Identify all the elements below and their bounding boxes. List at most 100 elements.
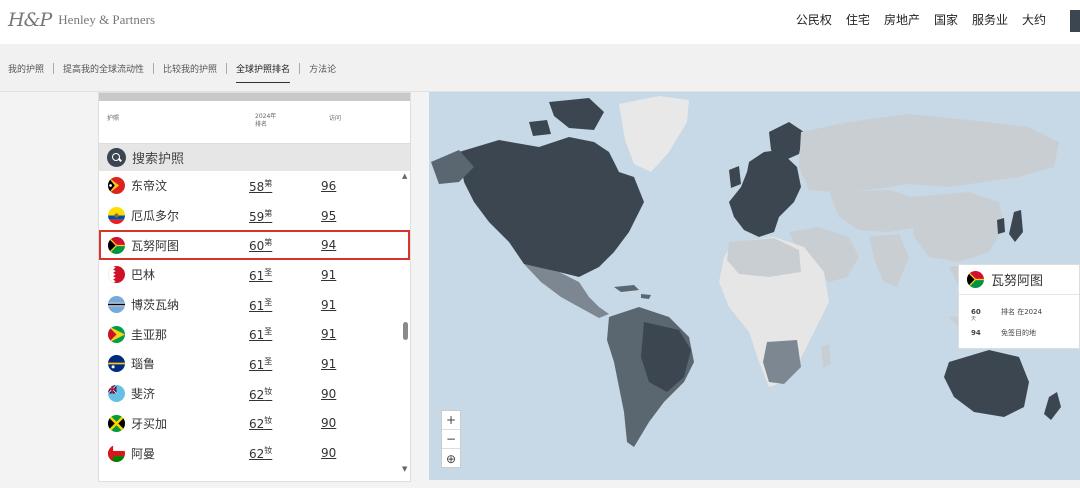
rank-suffix: 钕	[264, 386, 273, 396]
map-arctic-canada[interactable]	[529, 98, 604, 136]
subnav-improve-mobility[interactable]: 提高我的全球流动性	[54, 62, 153, 75]
visa-free-link[interactable]: 91	[321, 298, 336, 312]
fiji-flag-icon	[108, 385, 125, 403]
rank-link[interactable]: 62钕	[249, 445, 272, 461]
rank-link[interactable]: 59第	[249, 208, 272, 224]
timor-leste-flag-icon	[108, 177, 125, 195]
visa-free-link[interactable]: 90	[321, 387, 336, 401]
country-name: 牙买加	[131, 416, 168, 431]
tooltip-header: 瓦努阿图	[959, 265, 1079, 295]
map-japan[interactable]	[1009, 210, 1023, 242]
nav-real-estate[interactable]: 房地产	[884, 11, 920, 28]
rank-value: 61	[249, 357, 265, 372]
map-australia[interactable]	[944, 350, 1029, 417]
col-rank[interactable]: 2024年 排名	[255, 113, 285, 129]
country-name: 巴林	[131, 268, 156, 283]
country-name: 斐济	[131, 387, 156, 402]
search-passport-box[interactable]: 搜索护照	[99, 143, 410, 171]
globe-reset-button[interactable]: ⊕	[442, 449, 460, 468]
subnav-compare-passport[interactable]: 比较我的护照	[154, 62, 226, 75]
panel-top-strip	[99, 93, 410, 101]
vanuatu-flag-icon	[108, 236, 125, 254]
map-southern-africa[interactable]	[763, 340, 801, 384]
logo-mark: H&P	[8, 9, 52, 31]
rank-value: 62	[249, 417, 265, 432]
col-visa[interactable]: 访问	[329, 113, 341, 122]
map-china[interactable]	[909, 192, 1004, 262]
rank-suffix: 圣	[264, 267, 273, 277]
map-north-america[interactable]	[459, 137, 644, 277]
rank-link[interactable]: 60第	[249, 237, 272, 253]
scroll-up-arrow[interactable]: ▲	[402, 172, 407, 180]
scroll-thumb[interactable]	[403, 322, 408, 340]
subnav-my-passport[interactable]: 我的护照	[0, 62, 53, 75]
nav-about[interactable]: 大约	[1022, 11, 1046, 28]
map-caribbean[interactable]	[614, 285, 651, 299]
visa-free-link[interactable]: 90	[321, 416, 336, 430]
tooltip-rank-line: 60 排名 在2024	[971, 307, 1042, 317]
passport-row[interactable]: 巴林 61圣 91	[99, 260, 410, 290]
menu-button[interactable]	[1070, 10, 1080, 32]
search-icon	[107, 148, 126, 167]
col-rank-year: 2024年	[255, 113, 277, 120]
zoom-in-button[interactable]: +	[442, 411, 460, 430]
passport-row[interactable]: 斐济 62钕 90	[99, 379, 410, 409]
logo[interactable]: H&P Henley & Partners	[8, 6, 155, 34]
visa-free-link[interactable]: 91	[321, 327, 336, 341]
col-rank-label: 排名	[255, 121, 268, 128]
rank-suffix: 圣	[264, 327, 273, 337]
map-new-zealand[interactable]	[1044, 392, 1061, 420]
rank-link[interactable]: 62钕	[249, 415, 272, 431]
visa-free-link[interactable]: 91	[321, 357, 336, 371]
sub-nav: 我的护照 提高我的全球流动性 比较我的护照 全球护照排名 方法论	[0, 44, 1080, 92]
passport-row[interactable]: 牙买加 62钕 90	[99, 409, 410, 439]
nav-countries[interactable]: 国家	[934, 11, 958, 28]
ranking-panel: 护照 2024年 排名 访问 搜索护照 东帝汶 58第 96 厄瓜多尔 59第 95 瓦努阿图…	[98, 92, 411, 482]
rank-suffix: 第	[264, 238, 273, 248]
top-bar: H&P Henley & Partners 公民权 住宅 房地产 国家 服务业 …	[0, 0, 1080, 44]
rank-value: 62	[249, 447, 265, 462]
rank-link[interactable]: 61圣	[249, 297, 272, 313]
rank-link[interactable]: 61圣	[249, 326, 272, 342]
rank-value: 59	[249, 209, 265, 224]
passport-row[interactable]: 瓦努阿图 60第 94	[99, 230, 410, 261]
map-uk[interactable]	[729, 166, 741, 188]
rank-link[interactable]: 62钕	[249, 386, 272, 402]
rank-value: 62	[249, 387, 265, 402]
passport-row[interactable]: 厄瓜多尔 59第 95	[99, 201, 410, 231]
map-korea[interactable]	[997, 218, 1005, 234]
visa-free-link[interactable]: 95	[321, 209, 336, 223]
visa-free-link[interactable]: 96	[321, 179, 336, 193]
subnav-global-ranking[interactable]: 全球护照排名	[227, 62, 299, 83]
rank-link[interactable]: 61圣	[249, 267, 272, 283]
zoom-out-button[interactable]: −	[442, 430, 460, 449]
rank-link[interactable]: 58第	[249, 178, 272, 194]
map-india[interactable]	[869, 234, 909, 287]
country-name: 瓦努阿图	[131, 238, 180, 253]
nav-citizenship[interactable]: 公民权	[796, 11, 832, 28]
nav-services[interactable]: 服务业	[972, 11, 1008, 28]
nav-residence[interactable]: 住宅	[846, 11, 870, 28]
passport-row[interactable]: 阿曼 62钕 90	[99, 438, 410, 468]
passport-row[interactable]: 博茨瓦纳 61圣 91	[99, 290, 410, 320]
col-passport[interactable]: 护照	[107, 113, 119, 122]
map-madagascar[interactable]	[821, 344, 831, 368]
passport-row[interactable]: 瑙鲁 61圣 91	[99, 349, 410, 379]
scroll-down-arrow[interactable]: ▼	[402, 465, 407, 473]
rank-suffix: 钕	[264, 446, 273, 456]
passport-row[interactable]: 东帝汶 58第 96	[99, 171, 410, 201]
rank-link[interactable]: 61圣	[249, 356, 272, 372]
map-europe[interactable]	[729, 150, 801, 237]
subnav-methodology[interactable]: 方法论	[300, 62, 345, 75]
map-greenland[interactable]	[619, 96, 689, 172]
visa-free-link[interactable]: 94	[321, 238, 336, 252]
visa-free-link[interactable]: 90	[321, 446, 336, 460]
map-russia[interactable]	[799, 114, 1059, 192]
tooltip-visa-value: 94	[971, 329, 981, 337]
search-label: 搜索护照	[132, 152, 185, 167]
passport-row[interactable]: 圭亚那 61圣 91	[99, 319, 410, 349]
list-scrollbar[interactable]: ▲ ▼	[402, 172, 410, 473]
country-name: 博茨瓦纳	[131, 298, 180, 313]
visa-free-link[interactable]: 91	[321, 268, 336, 282]
rank-value: 58	[249, 179, 265, 194]
